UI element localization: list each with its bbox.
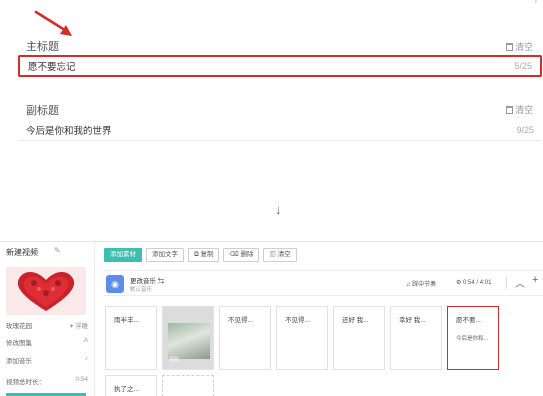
add-music-row[interactable]: 添加音乐 ♪ bbox=[6, 355, 88, 365]
add-icon[interactable]: + bbox=[532, 274, 538, 286]
down-arrow-icon: ↓ bbox=[275, 202, 282, 217]
eraser-icon: ⌫ bbox=[229, 251, 241, 258]
video-editor: 新建视频 ✎ 玫瑰花园 ▾ 浮雕 修改图集 A 添加音乐 ♪ 视频总时长： 0:… bbox=[0, 241, 543, 396]
collapse-icon[interactable]: ︿ bbox=[515, 275, 525, 290]
beat-label: 踩中节奏 bbox=[412, 282, 437, 288]
rose-heart-icon bbox=[17, 271, 75, 311]
subtitle-clear-button[interactable]: 清空 bbox=[505, 103, 533, 116]
clip-text: 愿不要... bbox=[456, 317, 481, 324]
clear-all-label: 清空 bbox=[277, 251, 291, 258]
trash-icon bbox=[505, 42, 513, 51]
music-track: ◉ 更改音乐 ⇆ 默认音乐 ♫ 踩中节奏 ⚙ 0:54 / 4:01 ︿ + bbox=[104, 270, 543, 296]
clip-card[interactable]: 不见得... bbox=[219, 306, 271, 370]
subtitle-count: 9/25 bbox=[516, 124, 534, 135]
add-material-button[interactable]: 添加素材 bbox=[104, 248, 142, 262]
beat-sync-toggle[interactable]: ♫ 踩中节奏 bbox=[406, 279, 436, 288]
add-clip-placeholder[interactable] bbox=[162, 375, 214, 396]
trash-icon: ▥ bbox=[269, 251, 278, 258]
clip-card-selected[interactable]: 愿不要... 今后是你和... bbox=[447, 306, 499, 370]
duration-value: 0:54 bbox=[75, 376, 88, 383]
style-value: ▾ 浮雕 bbox=[69, 323, 88, 330]
clip-subtext: 今后是你和... bbox=[456, 336, 489, 342]
duration-row: 视频总时长： 0:54 bbox=[6, 376, 88, 386]
music-name: 默认音乐 bbox=[130, 287, 153, 293]
time-value: 0:54 / 4:01 bbox=[463, 280, 492, 286]
annotation-arrow-icon bbox=[34, 10, 72, 36]
music-note-icon: ♪ bbox=[84, 355, 88, 362]
add-text-button[interactable]: 添加文字 bbox=[146, 248, 184, 262]
edit-gallery-label: 修改图集 bbox=[6, 340, 32, 347]
clip-text: 幸好 我... bbox=[399, 317, 426, 324]
clock-icon: ⚙ bbox=[456, 280, 464, 286]
duration-label: 视频总时长： bbox=[6, 379, 45, 386]
subtitle-clear-label: 清空 bbox=[514, 105, 533, 115]
delete-button[interactable]: ⌫ 删除 bbox=[223, 248, 260, 262]
trash-icon bbox=[505, 105, 513, 114]
main-title-clear-button[interactable]: 清空 bbox=[505, 40, 533, 53]
project-thumbnail[interactable] bbox=[6, 267, 86, 315]
clip-text: 雨半丰... bbox=[114, 317, 139, 324]
style-row[interactable]: 玫瑰花园 ▾ 浮雕 bbox=[6, 320, 88, 330]
delete-label: 删除 bbox=[240, 251, 254, 258]
music-disc-icon[interactable]: ◉ bbox=[106, 275, 124, 293]
clip-card[interactable]: 还好 我... bbox=[333, 306, 385, 370]
style-label: 玫瑰花园 bbox=[6, 323, 32, 330]
clip-card[interactable]: 幸好 我... bbox=[390, 306, 442, 370]
pencil-icon[interactable]: ✎ bbox=[54, 246, 61, 255]
edit-gallery-row[interactable]: 修改图集 A bbox=[6, 337, 88, 347]
clear-all-button[interactable]: ▥ 清空 bbox=[263, 248, 297, 262]
change-music-link[interactable]: 更改音乐 ⇆ bbox=[130, 275, 164, 285]
clip-image-label: 清除 bbox=[169, 357, 180, 363]
main-title-clear-label: 清空 bbox=[514, 42, 533, 52]
subtitle-input[interactable]: 今后是你和我的世界 9/25 bbox=[18, 119, 542, 141]
project-title: 新建视频 bbox=[6, 248, 38, 257]
clip-text: 执了之... bbox=[114, 386, 139, 393]
subtitle-label: 副标题 bbox=[26, 105, 59, 117]
main-title-input[interactable]: 愿不要忘记 5/25 bbox=[18, 55, 542, 77]
divider bbox=[506, 277, 507, 289]
clip-text: 还好 我... bbox=[342, 317, 369, 324]
clip-photo bbox=[168, 323, 210, 359]
corner-mark: ʼ bbox=[534, 0, 537, 11]
clip-text: 不见得... bbox=[228, 317, 253, 324]
copy-label: 复制 bbox=[200, 251, 214, 258]
time-readout: ⚙ 0:54 / 4:01 bbox=[456, 279, 491, 286]
subtitle-value: 今后是你和我的世界 bbox=[26, 125, 112, 137]
project-panel: 新建视频 ✎ 玫瑰花园 ▾ 浮雕 修改图集 A 添加音乐 ♪ 视频总时长： 0:… bbox=[0, 242, 95, 396]
clip-card[interactable]: 执了之... bbox=[105, 375, 157, 396]
main-title-label: 主标题 bbox=[26, 41, 59, 53]
clip-card[interactable]: 雨半丰... bbox=[105, 306, 157, 370]
main-title-value: 愿不要忘记 bbox=[28, 62, 76, 73]
add-music-label: 添加音乐 bbox=[6, 358, 32, 365]
text-icon: A bbox=[83, 337, 88, 344]
clip-card-image[interactable]: 清除 bbox=[162, 306, 214, 370]
main-title-count: 5/25 bbox=[514, 61, 532, 71]
copy-button[interactable]: ⧉ 复制 bbox=[188, 248, 220, 262]
editor-toolbar: 添加素材 添加文字 ⧉ 复制 ⌫ 删除 ▥ 清空 bbox=[104, 248, 297, 262]
clip-card[interactable]: 不见得... bbox=[276, 306, 328, 370]
clip-text: 不见得... bbox=[285, 317, 310, 324]
